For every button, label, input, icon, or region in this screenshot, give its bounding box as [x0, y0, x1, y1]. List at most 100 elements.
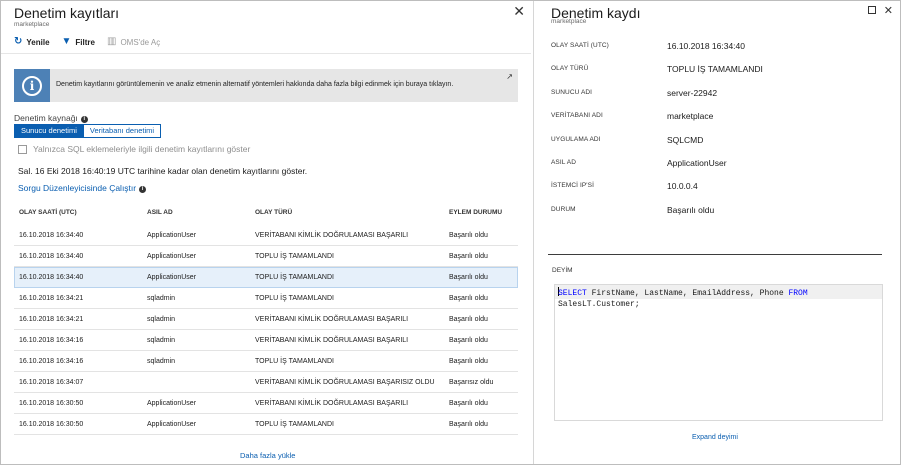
cell-time: 16.10.2018 16:34:40	[19, 274, 84, 281]
audit-records-blade: Denetim kayıtları marketplace ✕ ↻ Yenile…	[1, 1, 531, 464]
server-audit-option[interactable]: Sunucu denetimi	[14, 124, 84, 138]
blade-subtitle: marketplace	[551, 18, 587, 25]
cell-principal: ApplicationUser	[147, 232, 197, 239]
col-event-time[interactable]: OLAY SAATİ (UTC)	[19, 209, 77, 216]
property-key: ASIL AD	[551, 158, 577, 166]
property-row: VERİTABANI ADI marketplace	[551, 109, 891, 132]
property-value: 10.0.0.4	[667, 181, 698, 192]
cell-event: VERİTABANI KİMLİK DOĞRULAMASI BAŞARISIZ …	[255, 379, 435, 386]
table-row[interactable]: 16.10.2018 16:34:16 sqladmin TOPLU İŞ TAMA…	[14, 351, 518, 372]
cell-time: 16.10.2018 16:30:50	[19, 400, 84, 407]
close-icon[interactable]: ✕	[513, 3, 525, 20]
cell-principal: sqladmin	[147, 316, 176, 323]
property-value: Başarılı oldu	[667, 204, 715, 215]
property-value: SQLCMD	[667, 134, 704, 145]
cell-time: 16.10.2018 16:34:40	[19, 253, 84, 260]
property-row: SUNUCU ADI server-22942	[551, 86, 891, 109]
cell-principal: ApplicationUser	[147, 253, 197, 260]
record-properties: OLAY SAATİ (UTC) 16.10.2018 16:34:40 OLAY…	[551, 39, 891, 226]
filter-label: Filtre	[75, 37, 95, 47]
run-in-query-editor-link[interactable]: Sorgu Düzenleyicisinde Çalıştır i	[18, 183, 147, 193]
col-action-status[interactable]: EYLEM DURUMU	[449, 209, 502, 216]
toolbar: ↻ Yenile ▼ Filtre ▥ OMS'de Aç	[14, 35, 160, 49]
table-header: OLAY SAATİ (UTC) ASIL AD OLAY TÜRÜ EYLEM…	[14, 207, 518, 219]
table-row[interactable]: 16.10.2018 16:34:21 sqladmin TOPLU İŞ TAMA…	[14, 288, 518, 309]
table-row[interactable]: 16.10.2018 16:34:16 sqladmin VERİTABANI Kİ…	[14, 330, 518, 351]
property-value: TOPLU İŞ TAMAMLANDI	[667, 64, 763, 75]
table-row-selected[interactable]: 16.10.2018 16:34:40 ApplicationUser TOPLU …	[14, 267, 518, 288]
property-row: İSTEMCİ IP'Sİ 10.0.0.4	[551, 179, 891, 202]
property-value: 16.10.2018 16:34:40	[667, 41, 745, 51]
property-row: ASIL AD ApplicationUser	[551, 156, 891, 179]
cell-principal: ApplicationUser	[147, 400, 197, 407]
table-row[interactable]: 16.10.2018 16:30:50 ApplicationUser TOPLU …	[14, 414, 518, 435]
cell-time: 16.10.2018 16:34:16	[19, 337, 84, 344]
info-banner[interactable]: i Denetim kayıtlarını görüntülemenin ve …	[14, 69, 518, 102]
property-key: SUNUCU ADI	[551, 88, 593, 96]
audit-source-label: Denetim kaynağı i	[14, 113, 88, 123]
cell-event: TOPLU İŞ TAMAMLANDI	[255, 358, 334, 365]
property-value: ApplicationUser	[667, 157, 727, 168]
property-row: DURUM Başarılı oldu	[551, 203, 891, 226]
info-tooltip-icon[interactable]: i	[80, 116, 88, 123]
cell-time: 16.10.2018 16:34:21	[19, 316, 84, 323]
info-banner-text: Denetim kayıtlarını görüntülemenin ve an…	[56, 81, 454, 88]
cell-status: Başarılı oldu	[449, 295, 488, 302]
cell-event: VERİTABANI KİMLİK DOĞRULAMASI BAŞARILI	[255, 400, 409, 407]
open-in-oms-button[interactable]: ▥ OMS'de Aç	[107, 37, 160, 47]
oms-label: OMS'de Aç	[120, 37, 161, 47]
close-icon[interactable]: ✕	[884, 4, 893, 17]
oms-icon: ▥	[106, 36, 117, 47]
property-key: OLAY SAATİ (UTC)	[551, 42, 609, 49]
info-tooltip-icon[interactable]: i	[139, 186, 147, 193]
sql-injection-checkbox[interactable]: Yalnızca SQL eklemeleriyle ilgili deneti…	[18, 144, 250, 154]
property-key: UYGULAMA ADI	[551, 135, 601, 143]
filter-button[interactable]: ▼ Filtre	[62, 37, 95, 47]
checkbox-box[interactable]	[18, 144, 27, 154]
cell-status: Başarılı oldu	[449, 316, 488, 323]
audit-source-text: Denetim kaynağı	[14, 113, 78, 123]
cell-time: 16.10.2018 16:34:21	[19, 295, 84, 302]
cell-event: TOPLU İŞ TAMAMLANDI	[255, 421, 334, 428]
table-row[interactable]: 16.10.2018 16:34:07 VERİTABANI KİMLİK DOĞ…	[14, 372, 518, 393]
code-line-2: SalesLT.Customer;	[558, 300, 640, 309]
query-link-label: Sorgu Düzenleyicisinde Çalıştır	[18, 183, 137, 193]
database-audit-option[interactable]: Veritabanı denetimi	[83, 124, 162, 138]
property-key: OLAY TÜRÜ	[551, 65, 589, 73]
cell-time: 16.10.2018 16:34:16	[19, 358, 84, 365]
table-row[interactable]: 16.10.2018 16:30:50 ApplicationUser VERİTA…	[14, 393, 518, 414]
cell-principal: sqladmin	[147, 337, 176, 344]
cell-event: VERİTABANI KİMLİK DOĞRULAMASI BAŞARILI	[255, 232, 409, 239]
sql-text: FirstName, LastName, EmailAddress, Phone	[586, 289, 789, 298]
property-value: server-22942	[667, 87, 718, 98]
table-row[interactable]: 16.10.2018 16:34:21 sqladmin VERİTABANI Kİ…	[14, 309, 518, 330]
cell-status: Başarılı oldu	[449, 400, 488, 407]
table-row[interactable]: 16.10.2018 16:34:40 ApplicationUser VERİTA…	[14, 225, 518, 246]
blade-title: Denetim kayıtları	[14, 5, 120, 21]
maximize-icon[interactable]	[868, 6, 876, 14]
refresh-button[interactable]: ↻ Yenile	[14, 37, 50, 47]
cell-principal: ApplicationUser	[147, 421, 197, 428]
filter-icon: ▼	[61, 36, 72, 47]
cell-event: TOPLU İŞ TAMAMLANDI	[255, 295, 334, 302]
sql-keyword: SELECT	[558, 289, 587, 298]
col-event-type[interactable]: OLAY TÜRÜ	[255, 209, 292, 216]
property-key: DURUM	[551, 205, 576, 213]
load-more-link[interactable]: Daha fazla yükle	[240, 451, 295, 460]
cell-event: TOPLU İŞ TAMAMLANDI	[255, 253, 334, 260]
statement-editor[interactable]: SELECT FirstName, LastName, EmailAddress…	[554, 284, 883, 421]
property-row: UYGULAMA ADI SQLCMD	[551, 133, 891, 156]
cell-principal: ApplicationUser	[147, 274, 197, 281]
cell-status: Başarılı oldu	[449, 421, 488, 428]
table-row[interactable]: 16.10.2018 16:34:40 ApplicationUser TOPLU …	[14, 246, 518, 267]
cell-principal: sqladmin	[147, 295, 176, 302]
audit-record-blade: Denetim kaydı marketplace ✕ OLAY SAATİ (…	[533, 1, 900, 464]
expand-statement-link[interactable]: Expand deyimi	[692, 434, 738, 441]
cell-time: 16.10.2018 16:34:07	[19, 379, 84, 386]
cell-status: Başarılı oldu	[449, 232, 488, 239]
cell-principal: sqladmin	[147, 358, 176, 365]
col-principal-name[interactable]: ASIL AD	[147, 209, 173, 216]
audit-source-toggle: Sunucu denetimi Veritabanı denetimi	[14, 124, 162, 138]
external-link-icon[interactable]: ↗	[506, 72, 513, 81]
refresh-icon: ↻	[14, 36, 23, 47]
